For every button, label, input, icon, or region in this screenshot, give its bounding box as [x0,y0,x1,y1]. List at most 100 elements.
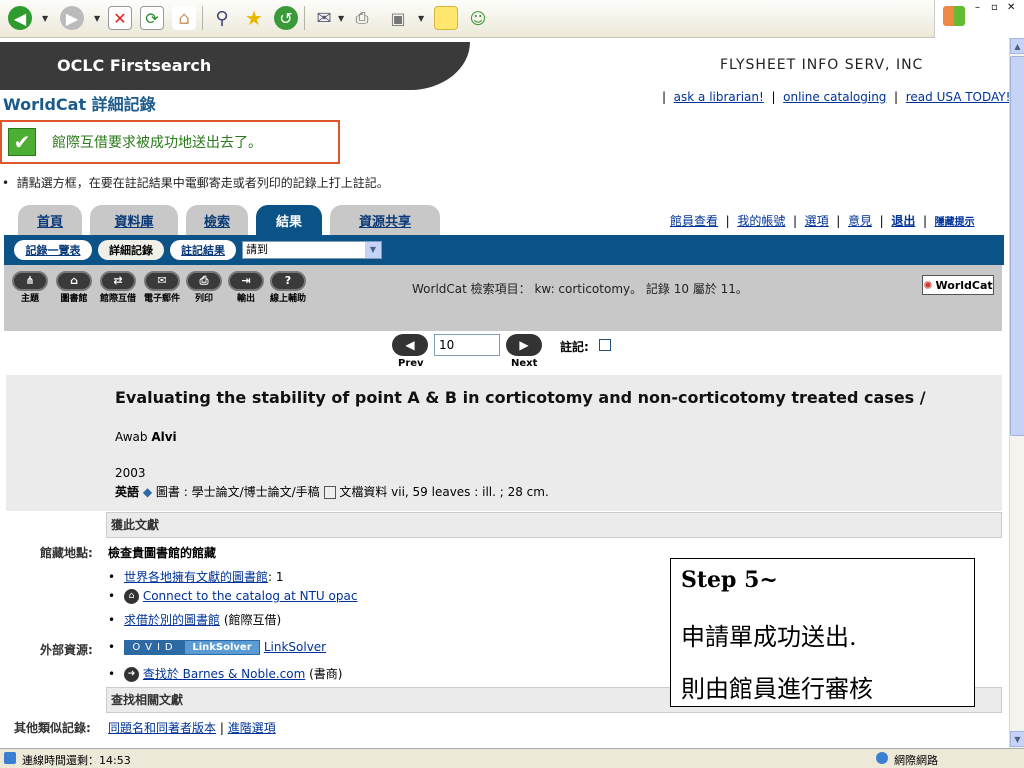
stop-icon[interactable]: ✕ [108,6,132,30]
restore-icon[interactable]: ▫ [991,2,998,13]
author-first: Awab [115,430,152,444]
subject-button[interactable]: ⋔ 主題 [10,271,50,306]
my-account-link[interactable]: 我的帳號 [737,214,785,228]
holdings-heading: 檢查貴圖書館的館藏 [108,546,217,560]
exit-link[interactable]: 退出 [891,214,915,228]
annotation-box: Step 5~ 申請單成功送出. 則由館員進行審核 [670,558,975,707]
world-libraries-link[interactable]: 世界各地擁有文獻的圖書館 [124,570,268,584]
edit-icon[interactable]: ▣ [386,6,410,30]
toolbar-divider [202,6,203,30]
next-button[interactable]: ▶ [506,334,542,356]
home-icon[interactable]: ⌂ [172,6,196,30]
back-icon[interactable]: ◀ [8,6,32,30]
same-title-author-link[interactable]: 同題名和同著者版本 [108,721,216,735]
minimize-icon[interactable]: – [975,2,980,13]
scroll-up-icon[interactable]: ▲ [1010,38,1024,54]
forward-icon[interactable]: ▶ [60,6,84,30]
get-this-item-header: 獲此文獻 [106,512,1002,538]
options-link[interactable]: 選項 [805,214,829,228]
history-icon[interactable]: ↺ [274,6,298,30]
usa-today-link[interactable]: read USA TODAY! [906,90,1009,104]
notes-icon[interactable] [434,6,458,30]
chevron-down-icon[interactable]: ▼ [365,242,381,258]
author-last: Alvi [151,430,177,444]
success-message-text: 館際互借要求被成功地送出去了。 [52,135,262,151]
subtab-marked-records[interactable]: 註記結果 [170,240,236,260]
goto-select[interactable]: 請到 ▼ [242,241,382,259]
tab-results[interactable]: 結果 [256,205,322,235]
print-button[interactable]: ⎙ 列印 [184,271,224,306]
prev-label: Prev [398,358,424,369]
online-cataloging-link[interactable]: online cataloging [783,90,886,104]
tree-icon: ⋔ [12,271,48,291]
back-dropdown-icon[interactable]: ▼ [42,14,48,23]
libraries-label: 圖書館 [60,294,88,304]
subtab-list-records[interactable]: 記錄一覽表 [14,240,92,260]
account-links: 館員查看 | 我的帳號 | 選項 | 意見 | 退出 | 隱藏提示 [670,214,975,228]
email-button[interactable]: ✉ 電子郵件 [142,271,182,306]
site-header: OCLC Firstsearch FLYSHEET INFO SERV, INC [0,42,1009,90]
annotation-step: Step 5~ [681,567,778,593]
email-label: 電子郵件 [143,294,180,304]
hide-tips-link[interactable]: 隱藏提示 [935,217,975,228]
messenger-icon[interactable]: ☺ [466,6,490,30]
mail-dropdown-icon[interactable]: ▼ [338,14,344,23]
record-language: 英語 [115,485,140,499]
ask-librarian-link[interactable]: ask a librarian! [674,90,764,104]
tab-resource-sharing[interactable]: 資源共享 [330,205,440,235]
list-item: • 求借於別的圖書館 (館際互借) [108,613,282,627]
scroll-down-icon[interactable]: ▼ [1010,731,1024,747]
prev-button[interactable]: ◀ [392,334,428,356]
record-physical: 文檔資料 vii, 59 leaves : ill. ; 28 cm. [339,485,549,499]
hint-text-content: 請點選方框，在要在註記結果中電郵寄走或者列印的記錄上打上註記。 [16,176,389,190]
refresh-icon[interactable]: ⟳ [140,6,164,30]
advanced-options-link[interactable]: 進階選項 [228,721,276,735]
toolbar-divider [304,6,305,30]
sub-navigation: 記錄一覽表 詳細記錄 註記結果 請到 ▼ [4,235,1004,265]
mark-label: 註記: [560,340,589,354]
world-libraries-count: : 1 [268,570,284,584]
status-bar: 連線時間還剩：14:53 網際網路 [0,748,1024,768]
record-number-input[interactable]: 10 [434,334,500,356]
scroll-thumb[interactable] [1010,56,1024,436]
vertical-scrollbar[interactable]: ▲ ▼ [1009,38,1024,748]
site-title: OCLC Firstsearch [57,56,212,75]
libraries-button[interactable]: ⌂ 圖書館 [54,271,94,306]
zone-text: 網際網路 [894,754,938,767]
print-icon[interactable]: ⎙ [350,6,374,30]
linksolver-link[interactable]: LinkSolver [264,640,326,654]
top-links: | ask a librarian! | online cataloging |… [662,90,1009,104]
similar-records-links: 同題名和同著者版本 | 進階選項 [108,721,276,735]
close-icon[interactable]: ✕ [1007,2,1015,13]
record-year: 2003 [115,466,146,480]
export-button[interactable]: ⇥ 輸出 [226,271,266,306]
tab-databases[interactable]: 資料庫 [90,205,178,235]
search-icon[interactable]: ⚲ [210,6,234,30]
record-type: 圖書 : 學士論文/博士論文/手稿 [155,485,320,499]
search-info: WorldCat 檢索項目： kw: corticotomy。 記錄 10 屬於… [412,282,748,296]
ovid-linksolver-logo[interactable]: OVID LinkSolver [124,640,260,655]
help-button[interactable]: ? 線上輔助 [268,271,308,306]
hint-text: • 請點選方框，在要在註記結果中電郵寄走或者列印的記錄上打上註記。 [2,176,389,190]
favorites-icon[interactable]: ★ [242,6,266,30]
next-label: Next [511,358,538,369]
ill-button[interactable]: ⇄ 館際互借 [98,271,138,306]
subtab-detailed-record[interactable]: 詳細記錄 [98,240,164,260]
borrow-link[interactable]: 求借於別的圖書館 [124,613,220,627]
tab-home[interactable]: 首頁 [18,205,82,235]
ntu-opac-link[interactable]: Connect to the catalog at NTU opac [143,589,358,603]
mail-icon[interactable]: ✉ [312,6,336,30]
windows-flag-icon [943,6,965,26]
barnes-noble-link[interactable]: 查找於 Barnes & Noble.com [143,667,305,681]
edit-dropdown-icon[interactable]: ▼ [418,14,424,23]
ovid-logo-text: OVID [125,641,185,654]
annotation-line-1: 申請單成功送出. [681,623,857,651]
mark-checkbox[interactable] [599,339,611,351]
tab-search[interactable]: 檢索 [186,205,248,235]
staff-view-link[interactable]: 館員查看 [670,214,718,228]
help-label: 線上輔助 [269,294,306,304]
status-text: 連線時間還剩：14:53 [22,754,131,767]
page-title: WorldCat 詳細記錄 [3,95,156,114]
comments-link[interactable]: 意見 [848,214,872,228]
forward-dropdown-icon[interactable]: ▼ [94,14,100,23]
